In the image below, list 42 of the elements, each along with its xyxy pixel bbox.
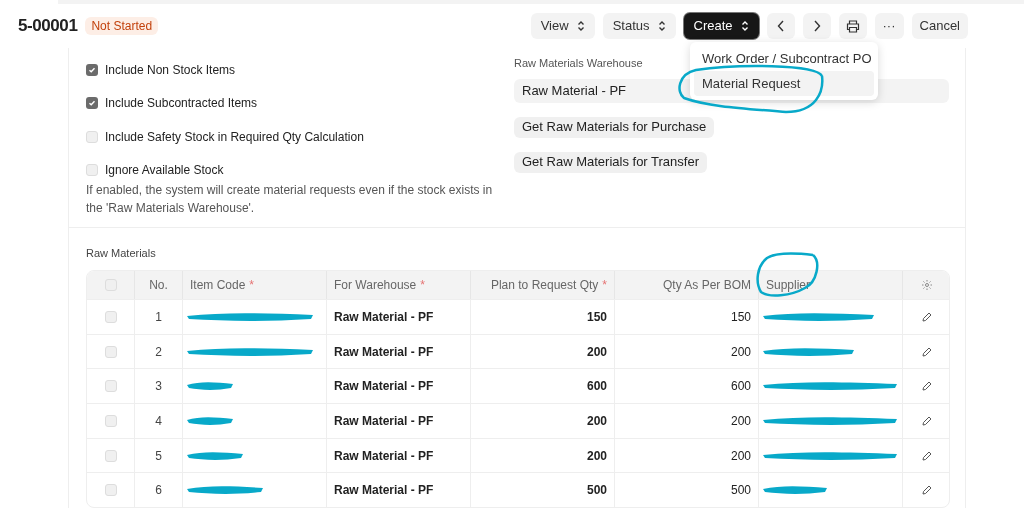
table-cell-text: Raw Material - PF (334, 482, 434, 500)
table-cell-text: 200 (586, 447, 607, 465)
status-badge: Not Started (85, 17, 159, 35)
checkbox-label: Include Safety Stock in Required Qty Calculation (105, 128, 364, 146)
column-header: Supplier (766, 277, 811, 294)
document-title: 5-00001 (18, 15, 78, 38)
table-cell-text: 600 (586, 378, 607, 396)
table-cell-text: 200 (586, 343, 607, 361)
table-cell-text: 200 (586, 412, 607, 430)
table-cell-text: 200 (730, 447, 751, 465)
field-label: Raw Materials Warehouse (514, 56, 643, 71)
table-cell-text: 200 (730, 343, 751, 361)
table-cell-text: Raw Material - PF (334, 343, 434, 361)
column-header: For Warehouse (334, 277, 417, 294)
table-cell-text: 150 (730, 308, 751, 326)
row-number: 1 (155, 308, 162, 326)
column-header: Qty As Per BOM (662, 277, 751, 294)
column-header: Plan to Request Qty (490, 277, 599, 294)
table-cell-text: 150 (586, 308, 607, 326)
row-number: 3 (155, 378, 162, 396)
table-cell-text: Raw Material - PF (334, 378, 434, 396)
table-cell-text: Raw Material - PF (334, 447, 434, 465)
checkbox-label: Ignore Available Stock (105, 162, 224, 180)
row-number: 6 (155, 482, 162, 500)
required-asterisk: * (249, 277, 255, 294)
table-cell-text: Raw Material - PF (334, 412, 434, 430)
section-title: Raw Materials (86, 247, 156, 259)
column-header: No. (149, 277, 168, 294)
table-cell-text: 200 (730, 412, 751, 430)
help-text: If enabled, the system will create material requests even if the stock exists in the 'Raw Materials Warehouse'. (86, 182, 494, 217)
required-asterisk: * (602, 277, 607, 294)
checkbox-label: Include Non Stock Items (105, 61, 236, 79)
table-cell-text: 500 (730, 482, 751, 500)
column-header: Item Code (190, 277, 246, 294)
table-cell-text: 600 (730, 378, 751, 396)
row-number: 4 (155, 412, 162, 430)
table-cell-text: Raw Material - PF (334, 308, 434, 326)
row-number: 5 (155, 447, 162, 465)
table-cell-text: 500 (586, 482, 607, 500)
row-number: 2 (155, 343, 162, 361)
checkbox-label: Include Subcontracted Items (105, 95, 258, 113)
required-asterisk: * (420, 277, 425, 294)
